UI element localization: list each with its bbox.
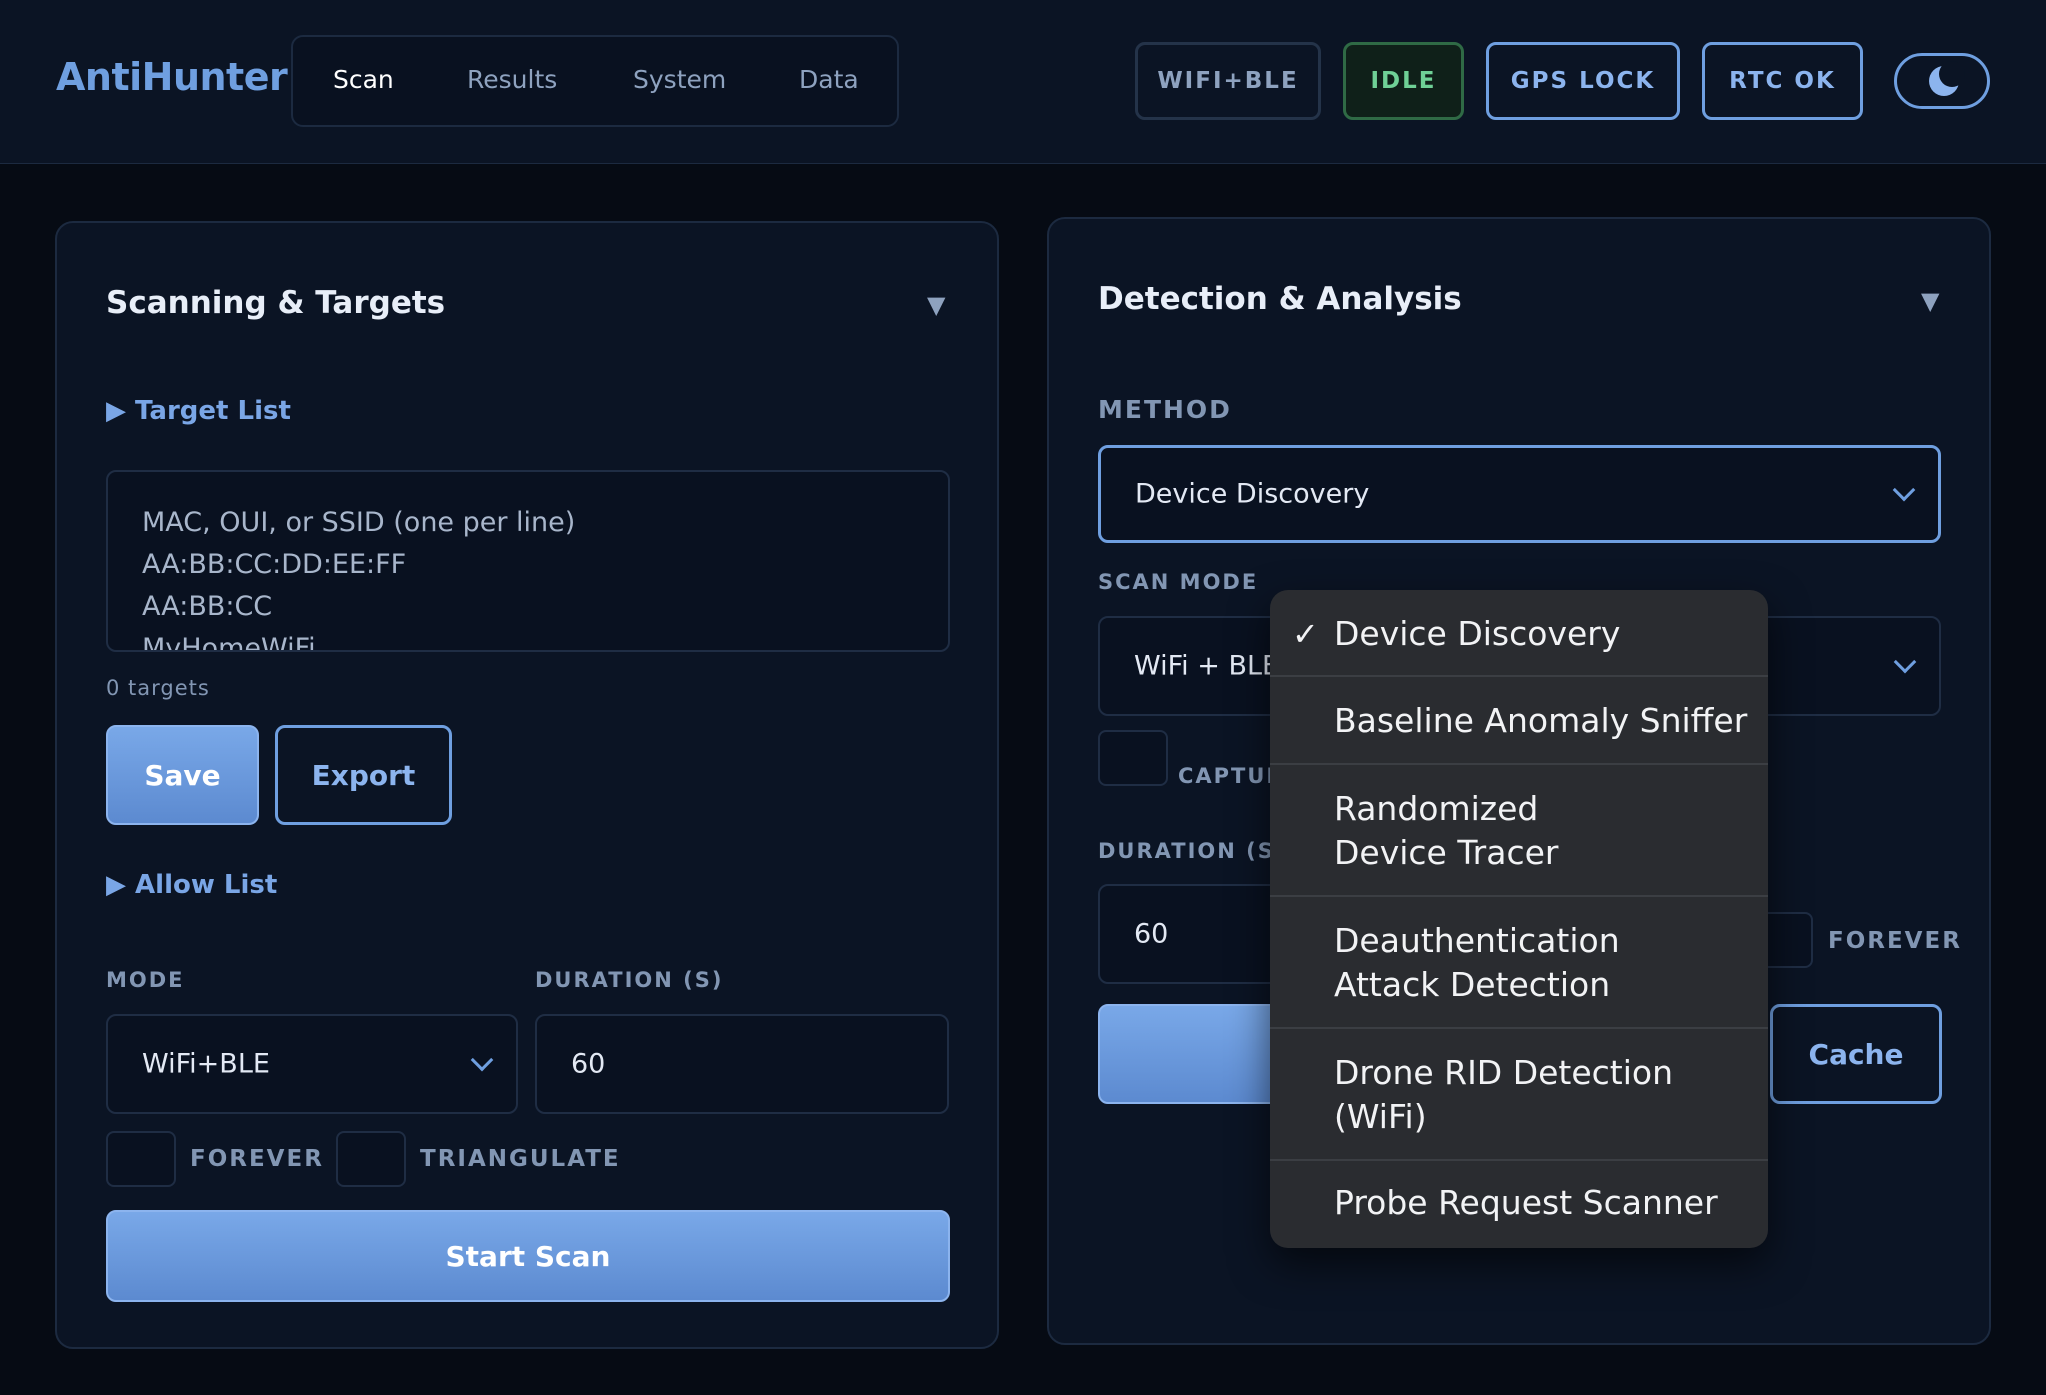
menu-item-baseline-anomaly-sniffer[interactable]: Baseline Anomaly Sniffer — [1270, 677, 1768, 765]
start-scan-button[interactable]: Start Scan — [106, 1210, 950, 1302]
menu-item-label: Probe Request Scanner — [1334, 1183, 1718, 1222]
menu-item-deauthentication-attack-detection[interactable]: Deauthentication Attack Detection — [1270, 897, 1768, 1029]
duration-value: 60 — [1134, 918, 1169, 950]
duration-label: DURATION (S) — [1098, 839, 1287, 863]
app-logo: AntiHunter — [56, 55, 288, 99]
tab-results[interactable]: Results — [467, 65, 557, 94]
forever-label: FOREVER — [190, 1146, 324, 1172]
menu-item-probe-request-scanner[interactable]: Probe Request Scanner — [1270, 1161, 1768, 1248]
menu-item-device-discovery[interactable]: ✓ Device Discovery — [1270, 590, 1768, 677]
mode-value: WiFi+BLE — [142, 1048, 270, 1080]
target-list-label: Target List — [135, 396, 291, 426]
export-button[interactable]: Export — [275, 725, 452, 825]
triangulate-label: TRIANGULATE — [420, 1146, 621, 1172]
placeholder-line: MyHomeWiFi — [142, 633, 316, 652]
expand-icon: ▶ — [106, 396, 136, 426]
forever-label: FOREVER — [1828, 928, 1962, 954]
panel-title: Scanning & Targets — [106, 285, 446, 321]
scan-mode-value: WiFi + BLE — [1134, 650, 1280, 682]
menu-item-label: Baseline Anomaly Sniffer — [1334, 701, 1748, 740]
triangulate-checkbox[interactable] — [336, 1131, 406, 1187]
mode-badge: WIFI+BLE — [1135, 42, 1321, 120]
allow-list-toggle[interactable]: ▶ Allow List — [106, 870, 277, 900]
gps-lock-button[interactable]: GPS LOCK — [1486, 42, 1680, 120]
top-bar: AntiHunter Scan Results System Data WIFI… — [0, 0, 2046, 164]
status-badge: IDLE — [1343, 42, 1464, 120]
save-button[interactable]: Save — [106, 725, 259, 825]
menu-item-randomized-device-tracer[interactable]: Randomized Device Tracer — [1270, 765, 1768, 897]
menu-item-label: Device Tracer — [1334, 833, 1559, 872]
menu-item-drone-rid-detection[interactable]: Drone RID Detection (WiFi) — [1270, 1029, 1768, 1161]
target-list-textarea[interactable]: MAC, OUI, or SSID (one per line) AA:BB:C… — [106, 470, 950, 652]
tab-system[interactable]: System — [633, 65, 726, 94]
menu-item-label: Drone RID Detection — [1334, 1053, 1674, 1092]
menu-item-label: Device Discovery — [1334, 614, 1621, 653]
chevron-down-icon — [1892, 478, 1916, 502]
cache-button[interactable]: Cache — [1770, 1004, 1942, 1104]
capture-checkbox[interactable] — [1098, 730, 1168, 786]
expand-icon: ▶ — [106, 870, 136, 900]
placeholder-line: MAC, OUI, or SSID (one per line) — [142, 507, 576, 538]
mode-select[interactable]: WiFi+BLE — [106, 1014, 518, 1114]
placeholder-line: AA:BB:CC — [142, 591, 273, 622]
forever-checkbox[interactable] — [106, 1131, 176, 1187]
tab-scan[interactable]: Scan — [333, 65, 394, 94]
method-select[interactable]: Device Discovery — [1098, 445, 1941, 543]
chevron-down-icon — [470, 1048, 494, 1072]
collapse-icon[interactable]: ▼ — [1921, 287, 1939, 315]
scan-mode-label: SCAN MODE — [1098, 570, 1259, 594]
theme-toggle[interactable] — [1894, 53, 1990, 109]
menu-item-label: Deauthentication — [1334, 921, 1620, 960]
menu-item-label: (WiFi) — [1334, 1097, 1427, 1136]
scanning-targets-panel: Scanning & Targets ▼ ▶ Target List MAC, … — [55, 221, 999, 1349]
method-label: METHOD — [1098, 395, 1232, 424]
panel-title: Detection & Analysis — [1098, 281, 1462, 317]
capture-label: CAPTUR — [1178, 764, 1285, 788]
duration-input[interactable]: 60 — [535, 1014, 949, 1114]
main-tabs: Scan Results System Data — [291, 35, 899, 127]
duration-value: 60 — [571, 1048, 606, 1080]
rtc-status-button[interactable]: RTC OK — [1702, 42, 1863, 120]
checkmark-icon: ✓ — [1292, 615, 1319, 653]
method-value: Device Discovery — [1135, 478, 1370, 510]
tab-data[interactable]: Data — [799, 65, 859, 94]
mode-label: MODE — [106, 968, 185, 992]
collapse-icon[interactable]: ▼ — [927, 291, 945, 319]
menu-item-label: Randomized — [1334, 789, 1539, 828]
target-count: 0 targets — [106, 676, 210, 700]
placeholder-line: AA:BB:CC:DD:EE:FF — [142, 549, 407, 580]
target-list-toggle[interactable]: ▶ Target List — [106, 396, 291, 426]
chevron-down-icon — [1893, 650, 1917, 674]
menu-item-label: Attack Detection — [1334, 965, 1611, 1004]
method-dropdown-menu: ✓ Device Discovery Baseline Anomaly Snif… — [1270, 590, 1768, 1248]
moon-icon — [1929, 61, 1965, 96]
duration-label: DURATION (S) — [535, 968, 724, 992]
allow-list-label: Allow List — [135, 870, 278, 900]
